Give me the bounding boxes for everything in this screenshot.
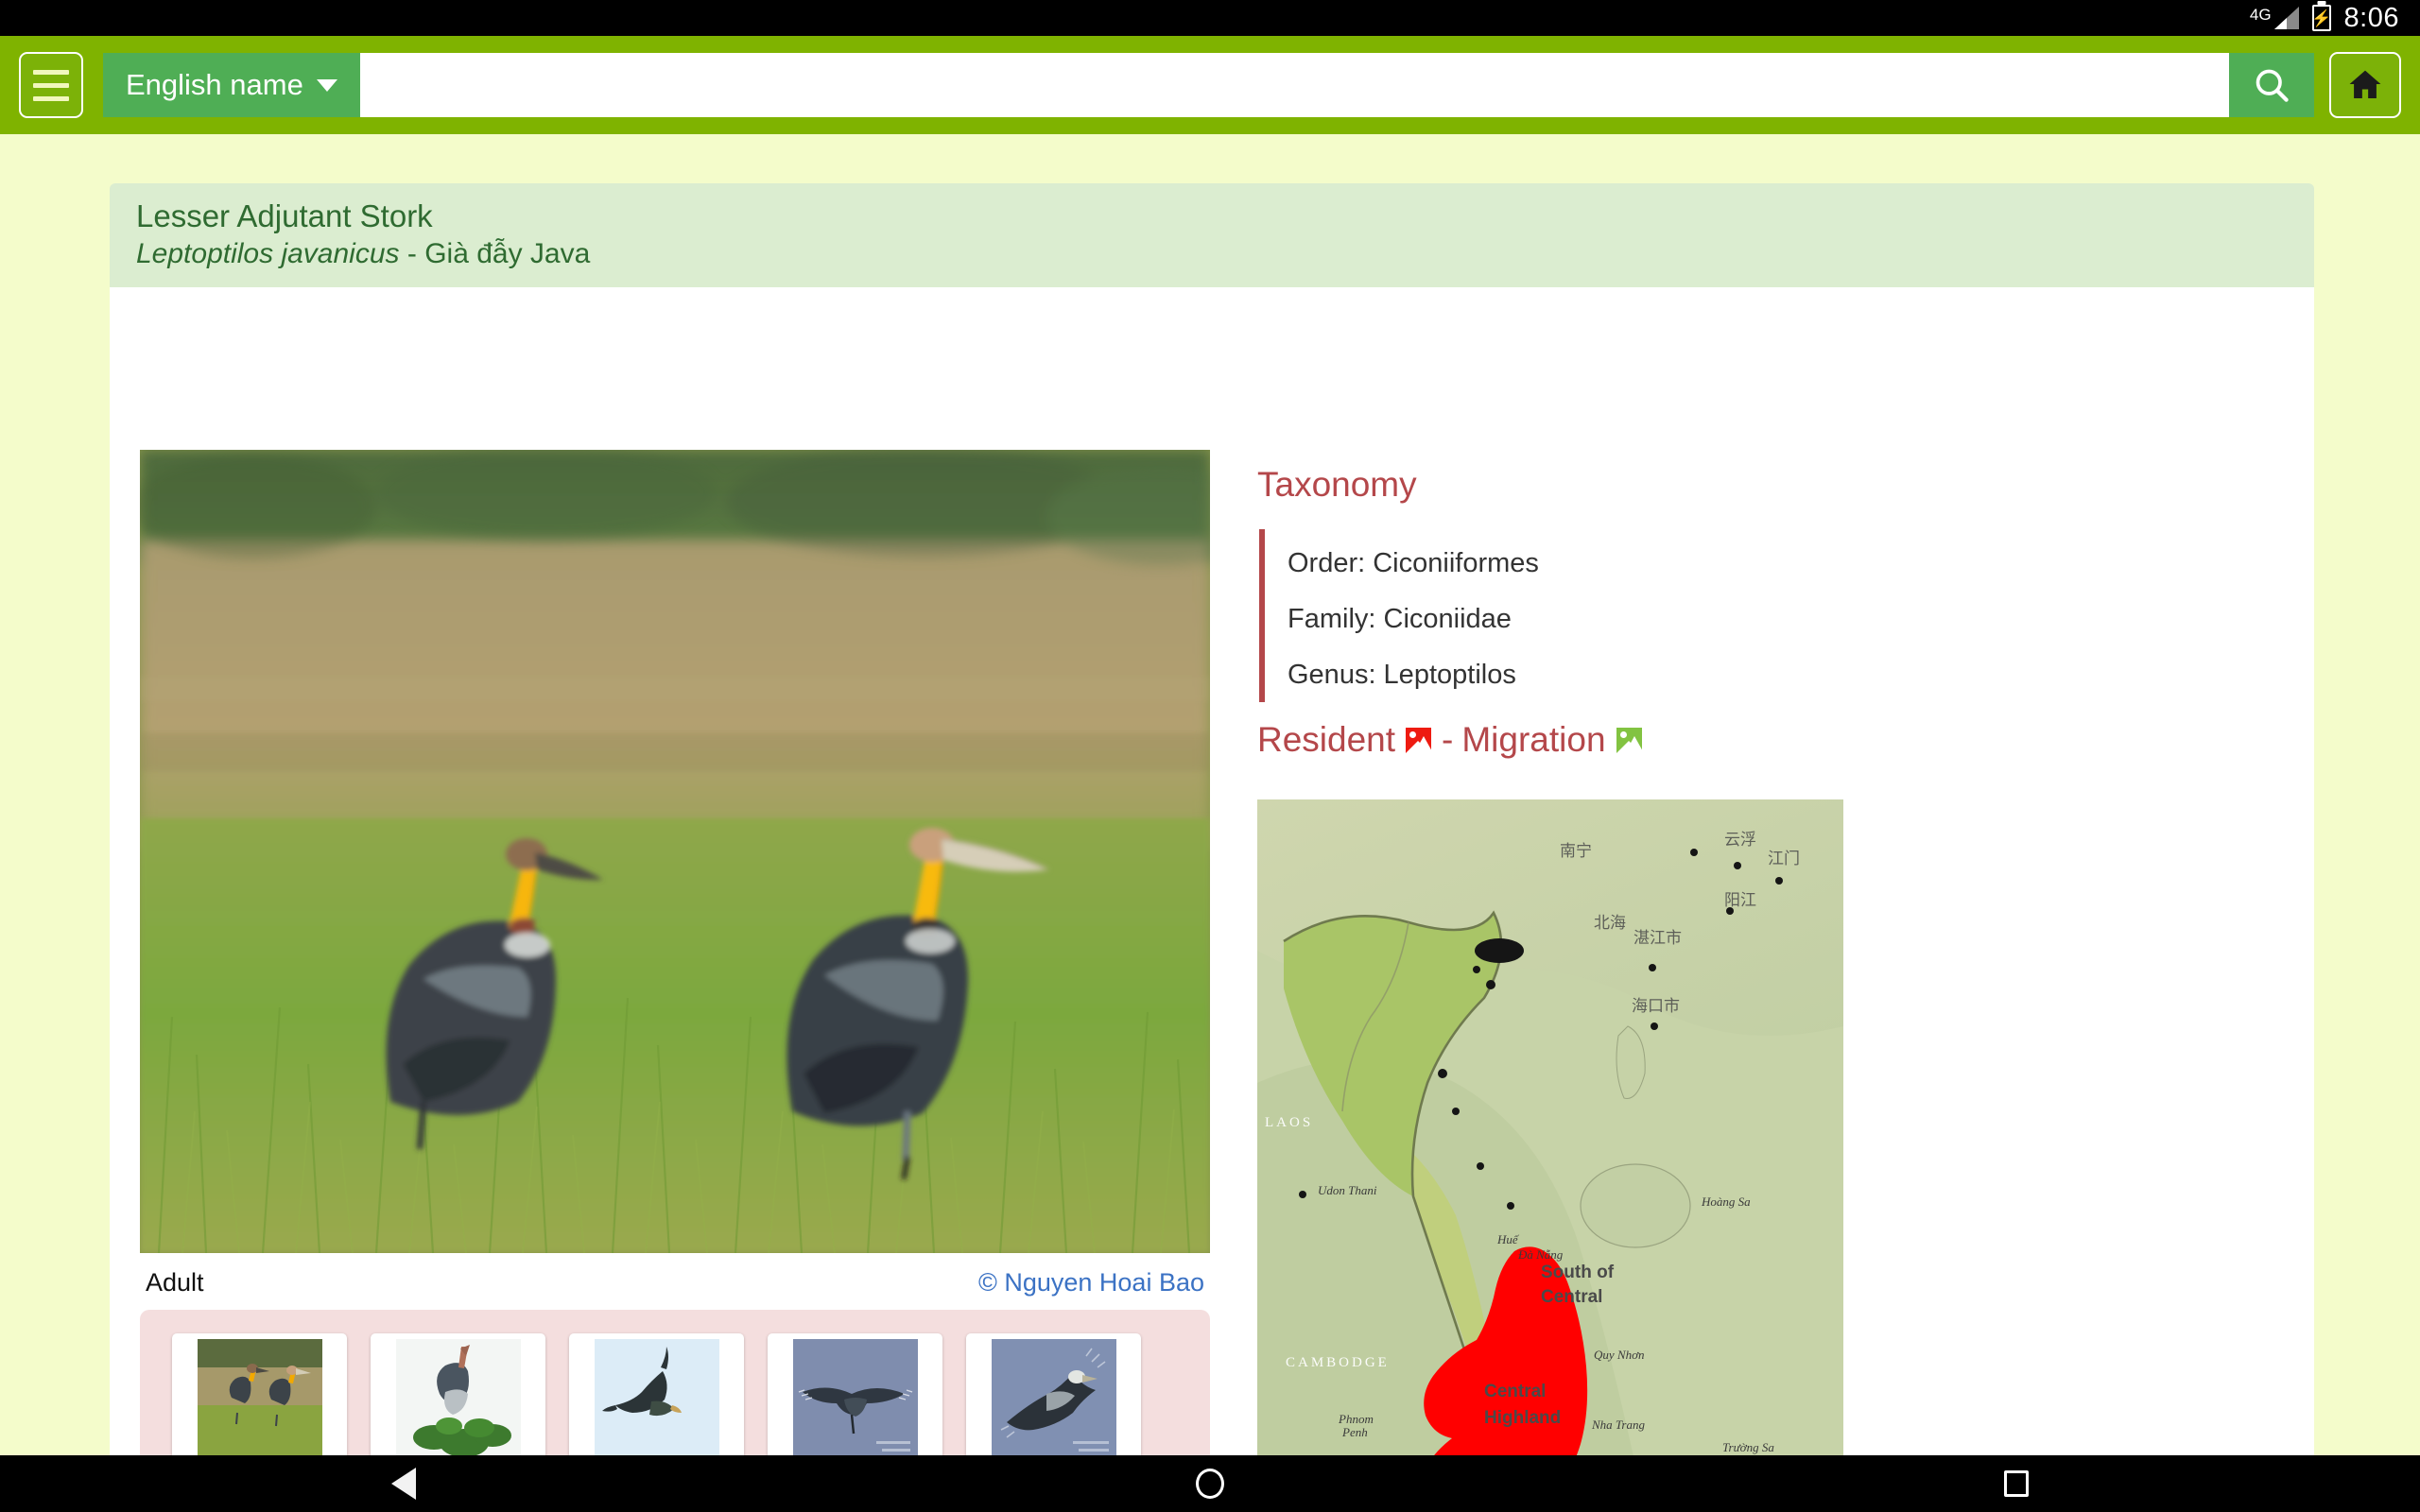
map-label-cn-1: 南宁: [1560, 842, 1592, 860]
app-top-bar: English name: [0, 36, 2420, 134]
taxonomy-heading: Taxonomy: [1257, 465, 1417, 504]
map-label-cn-7: 海口市: [1632, 997, 1680, 1015]
network-indicator: 4G: [2250, 7, 2299, 29]
distribution-map[interactable]: LAOS CAMBODGE Hoàng Sa Trường Sa Udon Th…: [1257, 799, 1843, 1455]
home-icon: [2349, 70, 2381, 98]
hamburger-menu-icon[interactable]: [19, 52, 83, 118]
taxonomy-row-order: Order: Ciconiiformes: [1288, 548, 1539, 578]
thumbnail-image-3: [594, 1339, 719, 1455]
map-label-cn-5: 北海: [1594, 914, 1626, 932]
search-icon: [2256, 69, 2289, 102]
photo-stage-label: Adult: [146, 1267, 204, 1297]
name-filter-dropdown[interactable]: English name: [103, 53, 360, 117]
thumbnail-item[interactable]: [569, 1333, 744, 1455]
map-label-cn-2: 云浮: [1724, 831, 1756, 849]
species-content-card: Adult © Nguyen Hoai Bao Taxonomy Order: …: [110, 287, 2314, 1455]
thumbnail-item[interactable]: [172, 1333, 347, 1455]
thumbnail-image-1: [197, 1339, 322, 1455]
back-triangle-icon: [390, 1468, 416, 1500]
map-region-central-highland: Central: [1484, 1382, 1546, 1401]
map-label-hue: Huế: [1496, 1232, 1520, 1246]
name-filter-label: English name: [126, 68, 303, 101]
map-label-truong-sa: Trường Sa: [1722, 1440, 1774, 1454]
battery-charging-icon: ⚡: [2311, 5, 2331, 31]
photo-credit-link[interactable]: © Nguyen Hoai Bao: [978, 1268, 1204, 1297]
photo-caption-row: Adult © Nguyen Hoai Bao: [140, 1261, 1210, 1304]
home-circle-icon: [1195, 1469, 1224, 1499]
species-vietnamese-name: Già đẫy Java: [424, 238, 591, 270]
map-region-central-highland-2: Highland: [1484, 1408, 1561, 1428]
thumbnail-image-5: [991, 1339, 1116, 1455]
map-region-south-of-central-2: Central: [1541, 1287, 1602, 1307]
signal-strength-icon: [2273, 7, 2299, 29]
main-species-photo[interactable]: [140, 450, 1210, 1253]
vietnam-range-map: LAOS CAMBODGE Hoàng Sa Trường Sa Udon Th…: [1257, 799, 1843, 1455]
map-label-udon: Udon Thani: [1318, 1183, 1377, 1197]
taxonomy-row-family: Family: Ciconiidae: [1288, 604, 1512, 634]
hamburger-bar: [33, 95, 69, 101]
map-label-quy-nhon: Quy Nhơn: [1594, 1348, 1645, 1362]
map-label-cn-4: 阳江: [1724, 891, 1756, 909]
map-label-phnom-penh: Phnom: [1338, 1412, 1374, 1426]
page-body: Lesser Adjutant Stork Leptoptilos javani…: [0, 134, 2420, 1455]
map-label-phnom-penh-2: Penh: [1341, 1425, 1368, 1439]
taxonomy-list: Order: Ciconiiformes Family: Ciconiidae …: [1259, 529, 1539, 702]
species-photo-illustration: [140, 450, 1210, 1253]
image-placeholder-icon-red: [1404, 725, 1434, 755]
recents-square-icon: [2004, 1470, 2030, 1497]
android-navigation-bar: [0, 1455, 2420, 1512]
search-input[interactable]: [359, 53, 2229, 117]
thumbnail-item[interactable]: [966, 1333, 1141, 1455]
map-label-cambodge: CAMBODGE: [1286, 1355, 1390, 1370]
scientific-name-text: Leptoptilos javanicus: [136, 238, 400, 270]
chevron-down-icon: [316, 78, 337, 92]
map-label-cn-6: 湛江市: [1634, 929, 1682, 947]
hamburger-bar: [33, 69, 69, 75]
map-region-south-of-central: South of: [1541, 1263, 1615, 1282]
photo-thumbnail-strip: [140, 1310, 1210, 1455]
thumbnail-item[interactable]: [768, 1333, 942, 1455]
network-type-label: 4G: [2249, 6, 2272, 24]
migration-label: Migration: [1461, 720, 1606, 759]
map-label-danang: Đà Nẵng: [1517, 1247, 1564, 1262]
taxonomy-row-genus: Genus: Leptoptilos: [1288, 660, 1516, 690]
distribution-heading: Resident - Migration: [1257, 720, 1644, 760]
thumbnail-image-2: [395, 1339, 521, 1455]
nav-back-button[interactable]: [347, 1455, 460, 1512]
thumbnail-item[interactable]: [371, 1333, 545, 1455]
species-scientific-name: Leptoptilos javanicus - Già đẫy Java: [136, 235, 2314, 274]
species-title-card: Lesser Adjutant Stork Leptoptilos javani…: [110, 183, 2314, 287]
hamburger-bar: [33, 82, 69, 88]
home-button[interactable]: [2329, 52, 2401, 118]
status-bar-clock: 8:06: [2343, 2, 2399, 33]
thumbnail-image-4: [792, 1339, 918, 1455]
map-label-hoang-sa: Hoàng Sa: [1701, 1194, 1751, 1209]
map-label-nha-trang: Nha Trang: [1591, 1418, 1645, 1432]
name-separator: -: [399, 238, 425, 270]
android-status-bar: 4G ⚡ 8:06: [0, 0, 2420, 36]
distribution-heading-separator: -: [1442, 720, 1454, 759]
map-label-laos: LAOS: [1265, 1115, 1313, 1130]
nav-home-button[interactable]: [1153, 1455, 1267, 1512]
search-button[interactable]: [2229, 53, 2314, 117]
map-label-cn-3: 江门: [1768, 850, 1800, 868]
nav-recents-button[interactable]: [1960, 1455, 2073, 1512]
resident-label: Resident: [1257, 720, 1396, 759]
species-english-name: Lesser Adjutant Stork: [136, 198, 433, 233]
image-placeholder-icon-green: [1614, 725, 1644, 755]
